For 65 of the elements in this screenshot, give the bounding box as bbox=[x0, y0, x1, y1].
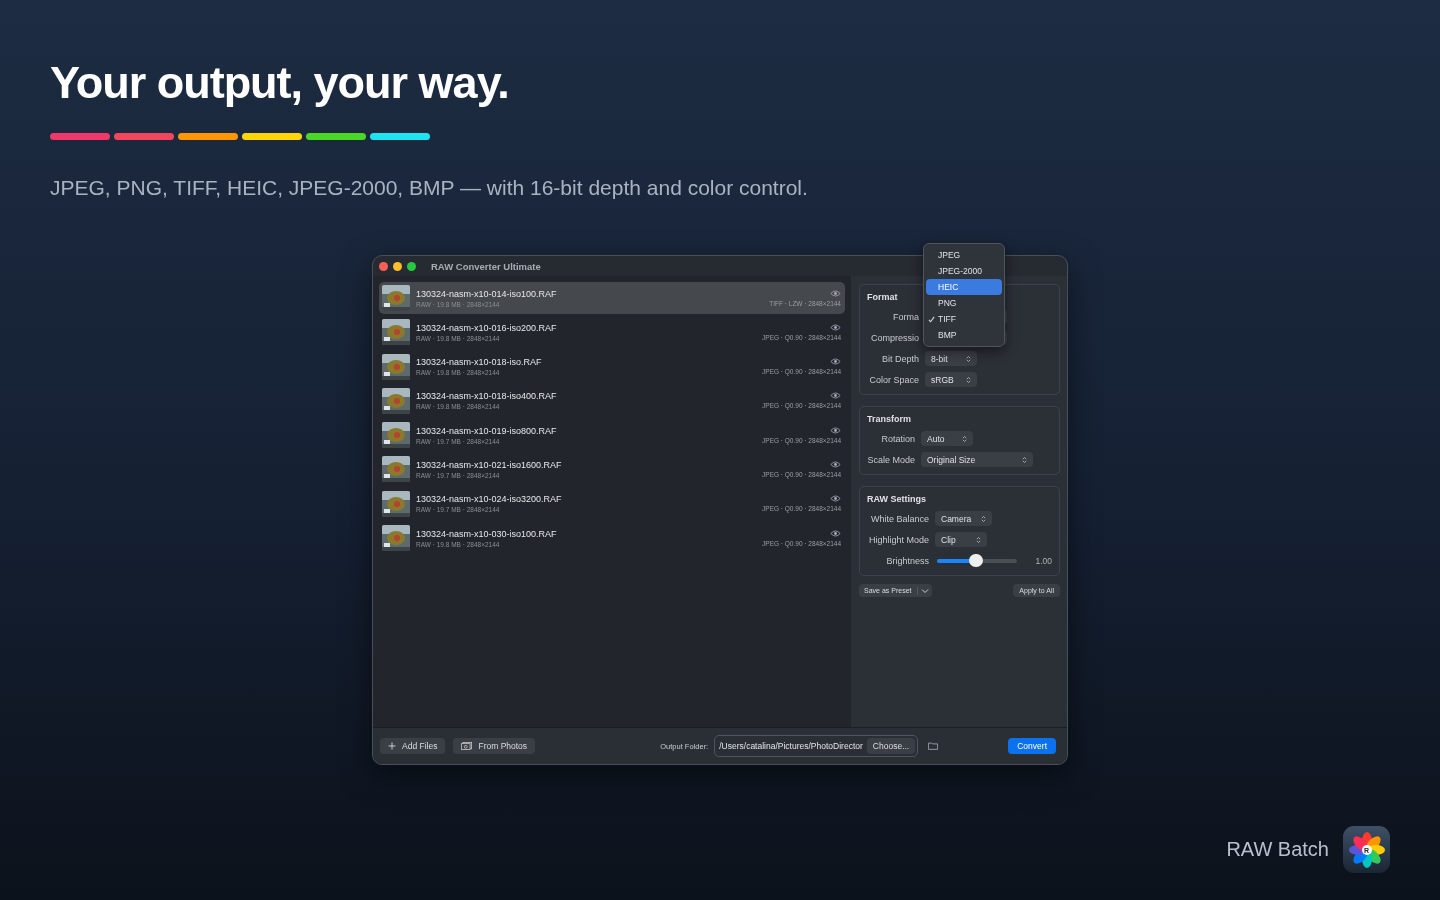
file-name: 130324-nasm-x10-018-iso400.RAF bbox=[416, 391, 558, 402]
menu-item[interactable]: PNG bbox=[926, 295, 1002, 311]
chevron-icon bbox=[966, 354, 971, 363]
checkmark-icon bbox=[928, 315, 935, 323]
chevron-icon bbox=[1022, 455, 1027, 464]
eye-icon[interactable] bbox=[830, 426, 841, 434]
field-label: Forma bbox=[892, 311, 919, 322]
field-label: Rotation bbox=[880, 433, 915, 444]
file-name: 130324-nasm-x10-024-iso3200.RAF bbox=[416, 494, 563, 505]
file-name: 130324-nasm-x10-030-iso100.RAF bbox=[416, 528, 558, 539]
chevron-icon bbox=[976, 535, 981, 544]
chevron-icon bbox=[962, 434, 967, 443]
chevron-icon bbox=[981, 514, 987, 523]
choose-button[interactable]: Choose... bbox=[866, 738, 916, 754]
eye-icon[interactable] bbox=[830, 529, 841, 537]
window-title: RAW Converter Ultimate bbox=[431, 260, 541, 272]
file-name: 130324-nasm-x10-021-iso1600.RAF bbox=[416, 460, 563, 470]
folder-icon[interactable] bbox=[928, 742, 939, 750]
eye-icon[interactable] bbox=[830, 392, 841, 400]
headline: Your output, your way. bbox=[49, 56, 510, 109]
section-title: RAW Settings bbox=[867, 494, 927, 504]
minimize-button[interactable] bbox=[393, 261, 402, 271]
menu-item[interactable]: TIFF bbox=[926, 311, 1002, 327]
folder-path: /Users/catalina/Pictures/PhotoDirector bbox=[718, 741, 863, 751]
plus-icon bbox=[388, 742, 396, 750]
convert-button[interactable]: Convert bbox=[1008, 738, 1056, 754]
field-label: Compressio bbox=[870, 332, 919, 343]
menu-item[interactable]: JPEG-2000 bbox=[926, 263, 1002, 279]
field-label: Highlight Mode bbox=[867, 534, 929, 545]
popup-button[interactable]: Clip bbox=[935, 532, 987, 547]
popup-button[interactable]: 8-bit bbox=[925, 351, 977, 366]
output-folder-field[interactable]: /Users/catalina/Pictures/PhotoDirector Choose... bbox=[714, 735, 919, 757]
slider-handle[interactable] bbox=[969, 553, 983, 567]
file-name: 130324-nasm-x10-019-iso800.RAF bbox=[416, 425, 558, 436]
field-label: Brightness bbox=[885, 555, 929, 566]
section-title: Transform bbox=[867, 414, 912, 424]
add-files-button[interactable]: Add Files bbox=[380, 738, 446, 754]
close-button[interactable] bbox=[379, 261, 388, 271]
menu-item[interactable]: BMP bbox=[926, 327, 1002, 343]
popup-button[interactable]: Original Size bbox=[921, 452, 1033, 467]
field-label: Bit Depth bbox=[880, 353, 919, 364]
popup-button[interactable]: sRGB bbox=[925, 372, 977, 387]
from-photos-button[interactable]: From Photos bbox=[453, 738, 536, 754]
file-name: 130324-nasm-x10-014-iso100.RAF bbox=[416, 288, 558, 299]
photos-icon bbox=[461, 742, 473, 750]
eye-icon[interactable] bbox=[830, 495, 841, 503]
popup-button[interactable]: Auto bbox=[921, 431, 973, 446]
popup-button[interactable]: Camera bbox=[935, 511, 993, 526]
field-label: White Balance bbox=[869, 513, 929, 524]
chevron-icon bbox=[966, 375, 971, 384]
brand-name: RAW Batch bbox=[1226, 838, 1329, 861]
slider-value: 1.00 bbox=[1035, 555, 1052, 566]
menu-item[interactable]: HEIC bbox=[926, 279, 1002, 295]
eye-icon[interactable] bbox=[830, 358, 841, 366]
menu-item[interactable]: JPEG bbox=[926, 247, 1002, 263]
field-label: Scale Mode bbox=[867, 454, 915, 465]
eye-icon[interactable] bbox=[830, 323, 841, 331]
field-label: Color Space bbox=[868, 374, 919, 385]
file-name: 130324-nasm-x10-016-iso200.RAF bbox=[416, 322, 558, 333]
section-title: Format bbox=[867, 292, 899, 302]
eye-icon[interactable] bbox=[830, 461, 841, 468]
zoom-button[interactable] bbox=[407, 261, 416, 271]
eye-icon[interactable] bbox=[830, 289, 841, 297]
subtitle: JPEG, PNG, TIFF, HEIC, JPEG-2000, BMP — with 16-bit depth and color control. bbox=[50, 176, 809, 200]
file-name: 130324-nasm-x10-018-iso.RAF bbox=[416, 357, 543, 368]
